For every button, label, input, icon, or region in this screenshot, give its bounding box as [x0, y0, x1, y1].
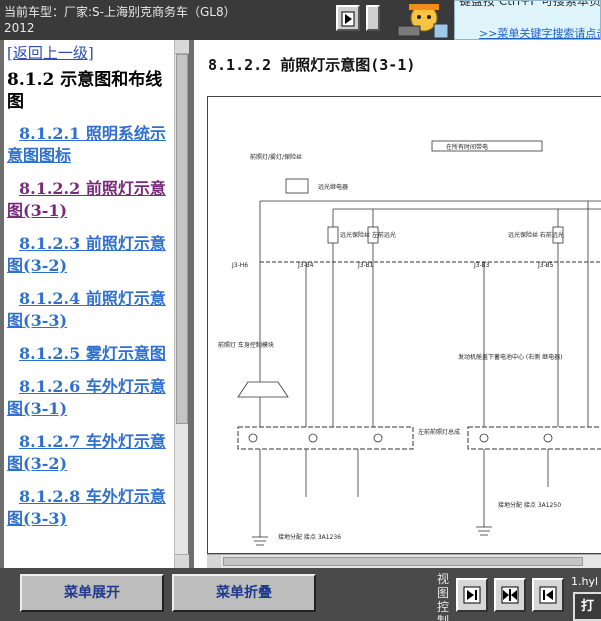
- fuse-left-label: 远光保险丝 左前远光: [340, 231, 396, 239]
- connector-j3-b5: J3-B5: [537, 262, 554, 269]
- bottom-bar: 菜单展开 菜单折叠 视图控制 1.hyl 打: [0, 568, 601, 621]
- toc-item-8-1-2-4[interactable]: 8.1.2.4 前照灯示意图(3-3): [7, 288, 174, 332]
- arrow-right-bar-icon: [463, 586, 481, 604]
- toc-item-8-1-2-3[interactable]: 8.1.2.3 前照灯示意图(3-2): [7, 233, 174, 277]
- scroll-thumb[interactable]: [176, 54, 188, 424]
- hint-text: 键盘按 Ctrl+F 可搜索本页关键字!: [459, 0, 601, 8]
- wiring-diagram: 在所有时间带电 前照灯/雾灯/保险丝 远光继电器 远光保险丝 左前远光 远光保险…: [207, 96, 601, 554]
- fuse-area-label: 前照灯/雾灯/保险丝: [250, 153, 302, 161]
- view-control-label: 视图控制: [437, 572, 450, 621]
- arrow-left-bar-icon: [539, 586, 557, 604]
- hint-box: 键盘按 Ctrl+F 可搜索本页关键字! >>菜单关键字搜索请点击: [454, 0, 601, 40]
- expand-both-icon: [501, 586, 519, 604]
- arrow-right-icon: [341, 11, 355, 27]
- top-bar: 当前车型：厂家:S-上海别克商务车（GL8） 2012 键盘按 Ctrl+F 可…: [0, 0, 601, 40]
- vehicle-year-label: 2012: [4, 21, 35, 35]
- left-headlamp-assembly-label: 左前前照灯总成: [418, 428, 460, 436]
- toc-item-8-1-2-5[interactable]: 8.1.2.5 雾灯示意图: [7, 343, 174, 365]
- file-name-label: 1.hyl: [571, 575, 599, 588]
- wiring-diagram-drawing: 在所有时间带电 前照灯/雾灯/保险丝 远光继电器 远光保险丝 左前远光 远光保险…: [218, 140, 601, 546]
- vehicle-model-label: 当前车型：厂家:S-上海别克商务车（GL8）: [4, 5, 236, 19]
- hide-panel-button[interactable]: [532, 578, 564, 612]
- toc-item-8-1-2-1[interactable]: 8.1.2.1 照明系统示意图图标: [7, 123, 174, 167]
- ground-right-label: 接地分配 接点 3A1250: [498, 501, 561, 509]
- collapse-menu-button[interactable]: 菜单折叠: [172, 574, 316, 612]
- content-pane: 8.1.2.2 前照灯示意图(3-1) 在所有时间带电 前照灯/雾灯/保险丝 远…: [194, 40, 601, 568]
- fuse-right-label: 远光保险丝 右前远光: [508, 231, 564, 239]
- mascot-icon: [397, 4, 449, 39]
- right-module-label: 发动机舱盖下蓄电池中心 (右侧 继电器): [458, 353, 563, 361]
- menu-search-link[interactable]: >>菜单关键字搜索请点击: [479, 25, 600, 39]
- connector-j3-b1: J3-B1: [357, 262, 374, 269]
- horizontal-scrollbar[interactable]: [207, 554, 601, 568]
- toc-heading: 8.1.2 示意图和布线图: [7, 70, 163, 112]
- page-title: 8.1.2.2 前照灯示意图(3-1): [208, 56, 416, 74]
- toc-item-8-1-2-6[interactable]: 8.1.2.6 车外灯示意图(3-1): [7, 376, 174, 420]
- print-button[interactable]: 打: [573, 592, 601, 621]
- power-label: 在所有时间带电: [446, 143, 488, 151]
- expand-menu-button[interactable]: 菜单展开: [20, 574, 164, 612]
- ground-left-label: 接地分配 接点 3A1236: [278, 533, 341, 541]
- connector-j3-h6: J3-H6: [231, 262, 248, 269]
- toc-panel: [返回上一级] 8.1.2 示意图和布线图 8.1.2.1 照明系统示意图图标 …: [4, 40, 189, 568]
- connector-j3-b4: J3-B4: [297, 262, 314, 269]
- back-link[interactable]: [返回上一级]: [7, 42, 174, 63]
- connector-j3-b3: J3-B3: [473, 262, 490, 269]
- topbar-secondary-button[interactable]: [366, 5, 380, 31]
- toggle-panel-button[interactable]: [336, 5, 360, 31]
- scroll-left-button[interactable]: [207, 555, 221, 568]
- toc-scrollbar[interactable]: [174, 40, 189, 568]
- toc-item-8-1-2-7[interactable]: 8.1.2.7 车外灯示意图(3-2): [7, 431, 174, 475]
- headlamp-switch-label: 前照灯 车身控制模块: [218, 341, 274, 349]
- scroll-thumb[interactable]: [223, 557, 583, 566]
- scroll-up-button[interactable]: [175, 40, 189, 54]
- toc-item-8-1-2-8[interactable]: 8.1.2.8 车外灯示意图(3-3): [7, 486, 174, 530]
- scroll-down-button[interactable]: [175, 554, 189, 568]
- toc-list: [返回上一级] 8.1.2 示意图和布线图 8.1.2.1 照明系统示意图图标 …: [4, 40, 174, 568]
- split-view-button[interactable]: [494, 578, 526, 612]
- show-panel-button[interactable]: [456, 578, 488, 612]
- toc-item-8-1-2-2[interactable]: 8.1.2.2 前照灯示意图(3-1): [7, 178, 174, 222]
- relay-label: 远光继电器: [318, 183, 348, 191]
